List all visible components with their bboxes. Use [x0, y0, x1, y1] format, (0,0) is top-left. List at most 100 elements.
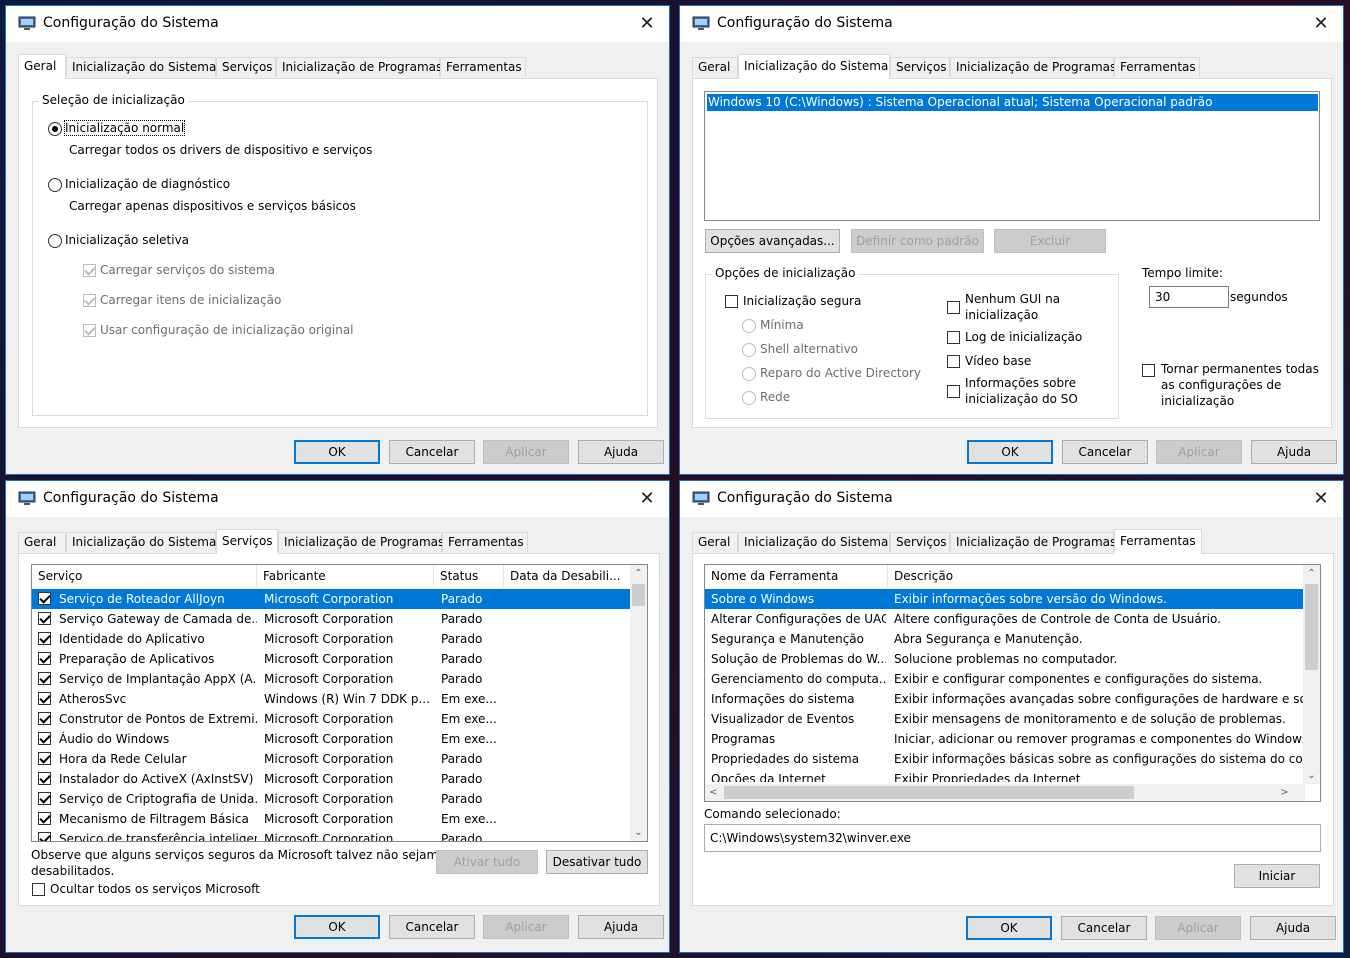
delete-button[interactable]: Excluir	[994, 229, 1106, 253]
ok-button[interactable]: OK	[966, 916, 1052, 940]
service-checkbox[interactable]	[38, 712, 51, 725]
help-button[interactable]: Ajuda	[1251, 440, 1337, 464]
scroll-down-icon[interactable]: ⌄	[630, 824, 647, 841]
chk-load-services[interactable]	[83, 264, 96, 277]
radio-selective[interactable]	[48, 234, 62, 248]
scroll-down-icon[interactable]: ⌄	[1303, 767, 1320, 784]
tools-hscroll[interactable]: < >	[705, 784, 1305, 801]
header-disabled-date[interactable]: Data da Desabili...	[504, 565, 632, 587]
radio-ad-repair[interactable]	[742, 367, 756, 381]
timeout-input[interactable]: 30	[1149, 286, 1229, 308]
chk-hide-ms-services[interactable]	[32, 883, 45, 896]
os-list[interactable]: Windows 10 (C:\Windows) : Sistema Operac…	[704, 91, 1320, 221]
table-row[interactable]: Gerenciamento do computa... Exibir e conf…	[705, 669, 1303, 689]
help-button[interactable]: Ajuda	[578, 440, 664, 464]
tab-inicializacao-sistema[interactable]: Inicialização do Sistema	[738, 54, 890, 79]
table-row[interactable]: Serviço de Criptografia de Unida... Micro…	[32, 789, 632, 809]
tab-geral[interactable]: Geral	[18, 54, 66, 79]
cancel-button[interactable]: Cancelar	[1062, 440, 1148, 464]
tab-inicializacao-sistema[interactable]: Inicialização do Sistema	[738, 532, 890, 552]
selected-command-field[interactable]: C:\Windows\system32\winver.exe	[704, 824, 1321, 852]
service-checkbox[interactable]	[38, 752, 51, 765]
tab-ferramentas[interactable]: Ferramentas	[440, 57, 526, 77]
cancel-button[interactable]: Cancelar	[389, 915, 475, 939]
close-icon[interactable]: ✕	[1299, 6, 1343, 42]
chk-original-config[interactable]	[83, 324, 96, 337]
scroll-up-icon[interactable]: ⌃	[1303, 565, 1320, 582]
table-row[interactable]: Mecanismo de Filtragem Básica Microsoft C…	[32, 809, 632, 829]
service-checkbox[interactable]	[38, 832, 51, 841]
ok-button[interactable]: OK	[294, 915, 380, 939]
label-normal[interactable]: Inicialização normal	[63, 120, 186, 136]
apply-button[interactable]: Aplicar	[483, 915, 569, 939]
disable-all-button[interactable]: Desativar tudo	[546, 850, 648, 874]
table-row[interactable]: Serviço de Implantação AppX (A... Microso…	[32, 669, 632, 689]
close-icon[interactable]: ✕	[1299, 481, 1343, 517]
service-checkbox[interactable]	[38, 692, 51, 705]
header-description[interactable]: Descrição	[888, 565, 1305, 587]
table-row[interactable]: Opções da Internet Exibir Propriedades da…	[705, 769, 1303, 782]
table-row[interactable]: Informações do sistema Exibir informações…	[705, 689, 1303, 709]
service-checkbox[interactable]	[38, 632, 51, 645]
table-row[interactable]: Serviço de transferência inteligente... M…	[32, 829, 632, 841]
label-selective[interactable]: Inicialização seletiva	[65, 233, 189, 247]
table-row[interactable]: Identidade do Aplicativo Microsoft Corpor…	[32, 629, 632, 649]
tools-vscroll[interactable]: ⌃ ⌄	[1303, 565, 1320, 784]
close-icon[interactable]: ✕	[625, 6, 669, 42]
radio-diagnostic[interactable]	[48, 178, 62, 192]
scroll-up-icon[interactable]: ⌃	[630, 565, 647, 582]
chk-safe-boot[interactable]	[725, 295, 738, 308]
tab-inicializacao-sistema[interactable]: Inicialização do Sistema	[66, 532, 216, 552]
table-row[interactable]: AtherosSvc Windows (R) Win 7 DDK p... Em e…	[32, 689, 632, 709]
tab-servicos[interactable]: Serviços	[216, 529, 278, 554]
service-checkbox[interactable]	[38, 732, 51, 745]
chk-boot-log[interactable]	[947, 331, 960, 344]
tab-servicos[interactable]: Serviços	[216, 57, 276, 77]
services-list[interactable]: Serviço Fabricante Status Data da Desabi…	[31, 564, 648, 842]
enable-all-button[interactable]: Ativar tudo	[436, 850, 538, 874]
scroll-thumb[interactable]	[1305, 584, 1318, 670]
radio-network[interactable]	[742, 391, 756, 405]
scroll-thumb[interactable]	[632, 584, 645, 606]
table-row[interactable]: Hora da Rede Celular Microsoft Corporatio…	[32, 749, 632, 769]
title-bar[interactable]: Configuração do Sistema ✕	[6, 6, 669, 42]
service-checkbox[interactable]	[38, 672, 51, 685]
tab-inicializacao-programas[interactable]: Inicialização de Programas	[276, 57, 442, 77]
tab-inicializacao-sistema[interactable]: Inicialização do Sistema	[66, 57, 216, 77]
table-row[interactable]: Serviço Gateway de Camada de... Microsoft…	[32, 609, 632, 629]
ok-button[interactable]: OK	[967, 440, 1053, 464]
cancel-button[interactable]: Cancelar	[389, 440, 475, 464]
set-default-button[interactable]: Definir como padrão	[851, 229, 984, 253]
service-checkbox[interactable]	[38, 772, 51, 785]
radio-shell[interactable]	[742, 343, 756, 357]
advanced-options-button[interactable]: Opções avançadas...	[705, 229, 840, 253]
table-row[interactable]: Construtor de Pontos de Extremi... Micros…	[32, 709, 632, 729]
service-checkbox[interactable]	[38, 792, 51, 805]
chk-no-gui[interactable]	[947, 301, 960, 314]
tab-inicializacao-programas[interactable]: Inicialização de Programas	[278, 532, 444, 552]
launch-button[interactable]: Iniciar	[1234, 864, 1320, 888]
table-row[interactable]: Preparação de Aplicativos Microsoft Corpo…	[32, 649, 632, 669]
chk-base-video[interactable]	[947, 355, 960, 368]
tab-servicos[interactable]: Serviços	[890, 57, 950, 77]
ok-button[interactable]: OK	[294, 440, 380, 464]
cancel-button[interactable]: Cancelar	[1061, 916, 1147, 940]
hscroll-thumb[interactable]	[724, 786, 1134, 799]
table-row[interactable]: Áudio do Windows Microsoft Corporation Em …	[32, 729, 632, 749]
tab-servicos[interactable]: Serviços	[890, 532, 950, 552]
apply-button[interactable]: Aplicar	[1156, 440, 1242, 464]
os-entry[interactable]: Windows 10 (C:\Windows) : Sistema Operac…	[707, 94, 1318, 111]
tab-geral[interactable]: Geral	[18, 532, 66, 552]
header-tool-name[interactable]: Nome da Ferramenta	[705, 565, 888, 587]
table-row[interactable]: Sobre o Windows Exibir informações sobre …	[705, 589, 1303, 609]
close-icon[interactable]: ✕	[625, 481, 669, 517]
table-row[interactable]: Programas Iniciar, adicionar ou remover p…	[705, 729, 1303, 749]
chk-os-info[interactable]	[947, 385, 960, 398]
chk-permanent[interactable]	[1142, 364, 1155, 377]
table-row[interactable]: Alterar Configurações de UAC Altere confi…	[705, 609, 1303, 629]
tab-ferramentas[interactable]: Ferramentas	[1114, 57, 1200, 77]
tab-geral[interactable]: Geral	[692, 532, 738, 552]
tools-list[interactable]: Nome da Ferramenta Descrição Sobre o Win…	[704, 564, 1321, 802]
tab-ferramentas[interactable]: Ferramentas	[1114, 529, 1202, 554]
help-button[interactable]: Ajuda	[1250, 916, 1336, 940]
